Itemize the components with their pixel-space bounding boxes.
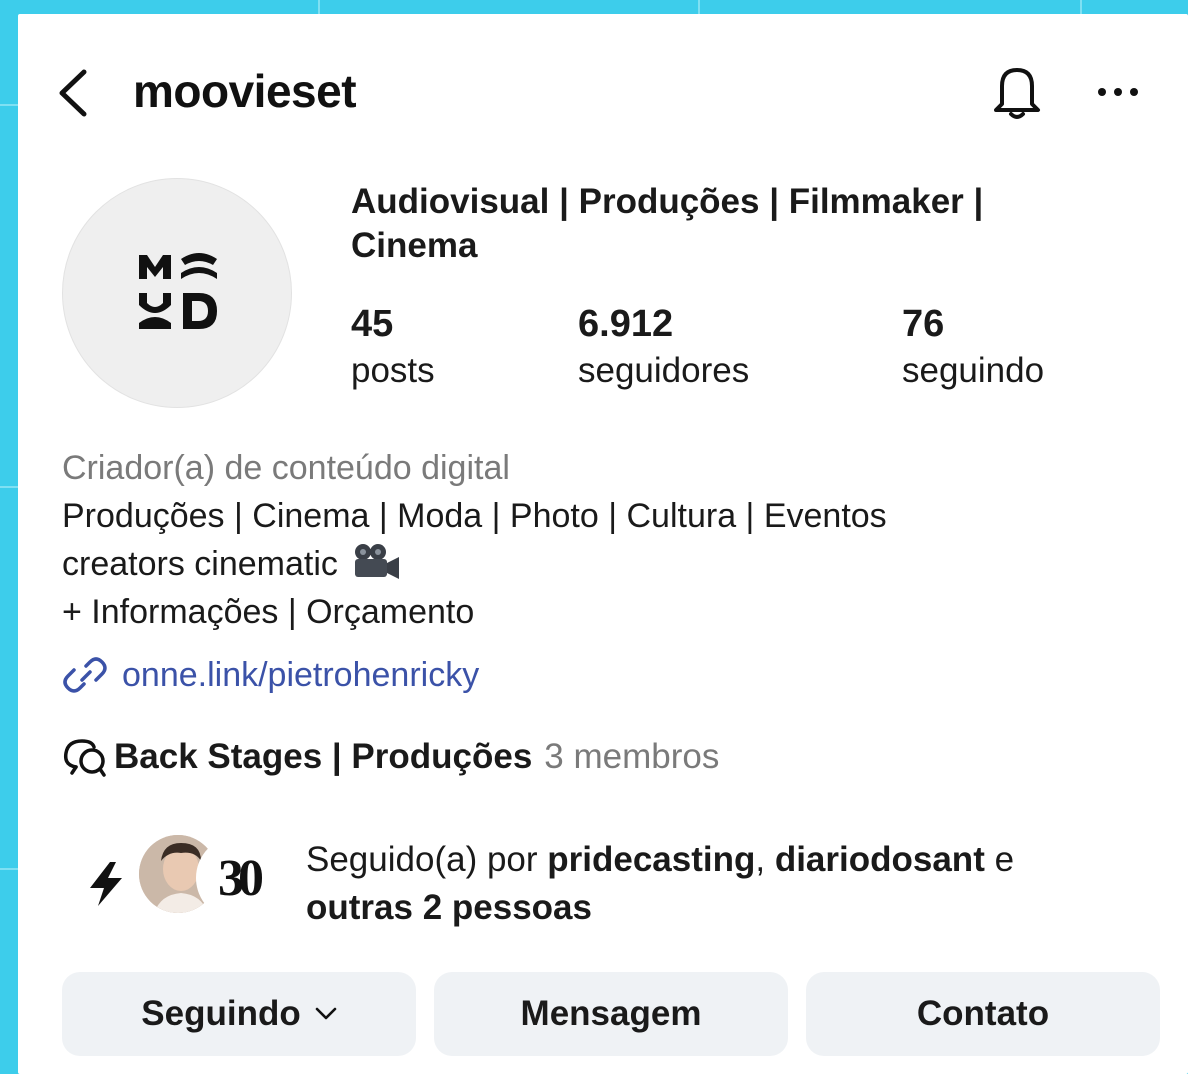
- channel-members: 3 membros: [544, 737, 720, 776]
- bg-line: [0, 104, 18, 106]
- followed-prefix: Seguido(a) por: [306, 840, 548, 879]
- stat-following-label: seguindo: [902, 351, 1045, 390]
- profile-avatar[interactable]: [62, 178, 292, 408]
- followed-sep: ,: [755, 840, 775, 879]
- more-options-button[interactable]: [1092, 72, 1144, 112]
- stat-posts[interactable]: 45 posts: [351, 302, 435, 396]
- followed-user-1[interactable]: pridecasting: [547, 840, 755, 879]
- profile-header: moovieset: [18, 62, 1188, 122]
- bio-category: Criador(a) de conteúdo digital: [62, 449, 510, 487]
- bg-line: [318, 0, 320, 14]
- stat-followers-label: seguidores: [578, 351, 750, 390]
- stat-following-value: 76: [902, 303, 945, 345]
- following-button[interactable]: Seguindo: [62, 972, 416, 1056]
- message-button-label: Mensagem: [520, 994, 702, 1033]
- profile-card: moovieset Audiovisual | Produções | Film…: [18, 14, 1188, 1074]
- action-buttons: Seguindo Mensagem Contato: [62, 972, 1162, 1056]
- contact-button[interactable]: Contato: [806, 972, 1160, 1056]
- follower-avatar-2: 30: [196, 836, 280, 920]
- bell-icon: [994, 68, 1040, 119]
- profile-category-title: Audiovisual | Produções | Filmmaker | Ci…: [351, 182, 984, 265]
- followed-by-text: Seguido(a) por pridecasting, diariodosan…: [306, 836, 1166, 932]
- notifications-button[interactable]: [988, 62, 1046, 122]
- followed-user-2[interactable]: diariodosant: [775, 840, 985, 879]
- bolt-icon: [90, 862, 122, 906]
- broadcast-channel[interactable]: Back Stages | Produções 3 membros: [62, 732, 719, 782]
- bio-link[interactable]: onne.link/pietrohenricky: [62, 650, 479, 700]
- stat-following[interactable]: 76 seguindo: [902, 302, 1044, 396]
- stat-posts-value: 45: [351, 303, 394, 345]
- stat-followers[interactable]: 6.912 seguidores: [578, 302, 749, 396]
- bg-line: [698, 0, 700, 14]
- username: moovieset: [133, 65, 357, 117]
- followed-others[interactable]: outras 2 pessoas: [306, 888, 592, 927]
- bio-line-2-wrap: creators cinematic: [62, 540, 1162, 588]
- bio: Criador(a) de conteúdo digital Produções…: [62, 444, 1162, 636]
- channel-icon: [63, 739, 106, 777]
- followed-suffix: e: [984, 840, 1015, 879]
- channel-name: Back Stages | Produções: [114, 737, 533, 776]
- bio-line-1: Produções | Cinema | Moda | Photo | Cult…: [62, 497, 887, 535]
- message-button[interactable]: Mensagem: [434, 972, 788, 1056]
- back-arrow-icon: [59, 69, 87, 117]
- camera-icon: [355, 544, 400, 579]
- contact-button-label: Contato: [916, 994, 1050, 1033]
- stat-posts-label: posts: [351, 351, 435, 390]
- more-icon: [1098, 88, 1138, 96]
- back-button[interactable]: [54, 68, 94, 118]
- bg-line: [0, 868, 18, 870]
- bg-line: [1080, 0, 1082, 14]
- chevron-down-icon: [315, 1007, 337, 1020]
- followed-by[interactable]: 30 Seguido(a) por pridecasting, diariodo…: [80, 826, 1160, 936]
- bg-line: [0, 486, 18, 488]
- logo-icon: [139, 253, 217, 329]
- bio-line-3: + Informações | Orçamento: [62, 593, 475, 631]
- stat-followers-value: 6.912: [578, 303, 674, 345]
- bio-line-2: creators cinematic: [62, 545, 338, 583]
- link-icon: [63, 657, 107, 693]
- following-button-label: Seguindo: [141, 994, 301, 1033]
- bio-link-text[interactable]: onne.link/pietrohenricky: [122, 656, 479, 695]
